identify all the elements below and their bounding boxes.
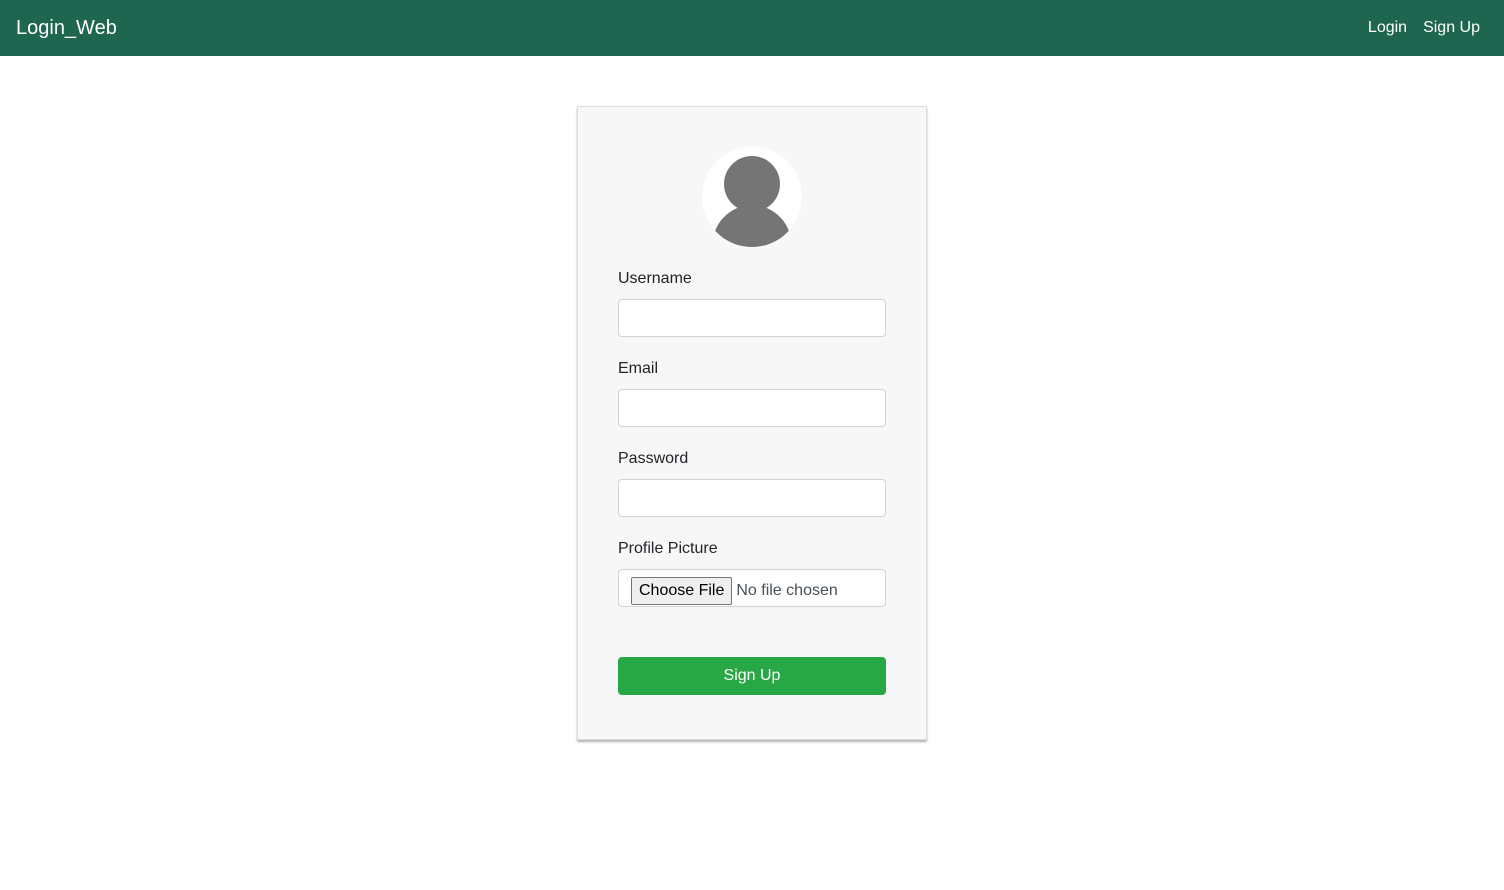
profile-picture-group: Profile Picture Choose File No file chos… [618, 539, 886, 607]
email-label: Email [618, 360, 659, 377]
username-input[interactable] [618, 299, 886, 337]
nav-signup-link[interactable]: Sign Up [1423, 19, 1480, 37]
nav-links: Login Sign Up [1368, 19, 1488, 37]
navbar: Login_Web Login Sign Up [0, 0, 1504, 56]
brand-link[interactable]: Login_Web [16, 18, 117, 38]
password-input[interactable] [618, 479, 886, 517]
username-group: Username [618, 269, 886, 337]
user-avatar-icon [702, 147, 802, 247]
file-status-text: No file chosen [736, 582, 838, 599]
email-group: Email [618, 359, 886, 427]
profile-picture-input[interactable]: Choose File No file chosen [618, 569, 886, 607]
sign-up-button[interactable]: Sign Up [618, 657, 886, 695]
username-label: Username [618, 270, 692, 287]
choose-file-button[interactable]: Choose File [631, 577, 733, 605]
signup-card: Username Email Password Profile Picture … [577, 106, 927, 740]
password-group: Password [618, 449, 886, 517]
nav-login-link[interactable]: Login [1368, 19, 1407, 37]
profile-picture-label: Profile Picture [618, 540, 718, 557]
password-label: Password [618, 450, 689, 467]
email-input[interactable] [618, 389, 886, 427]
